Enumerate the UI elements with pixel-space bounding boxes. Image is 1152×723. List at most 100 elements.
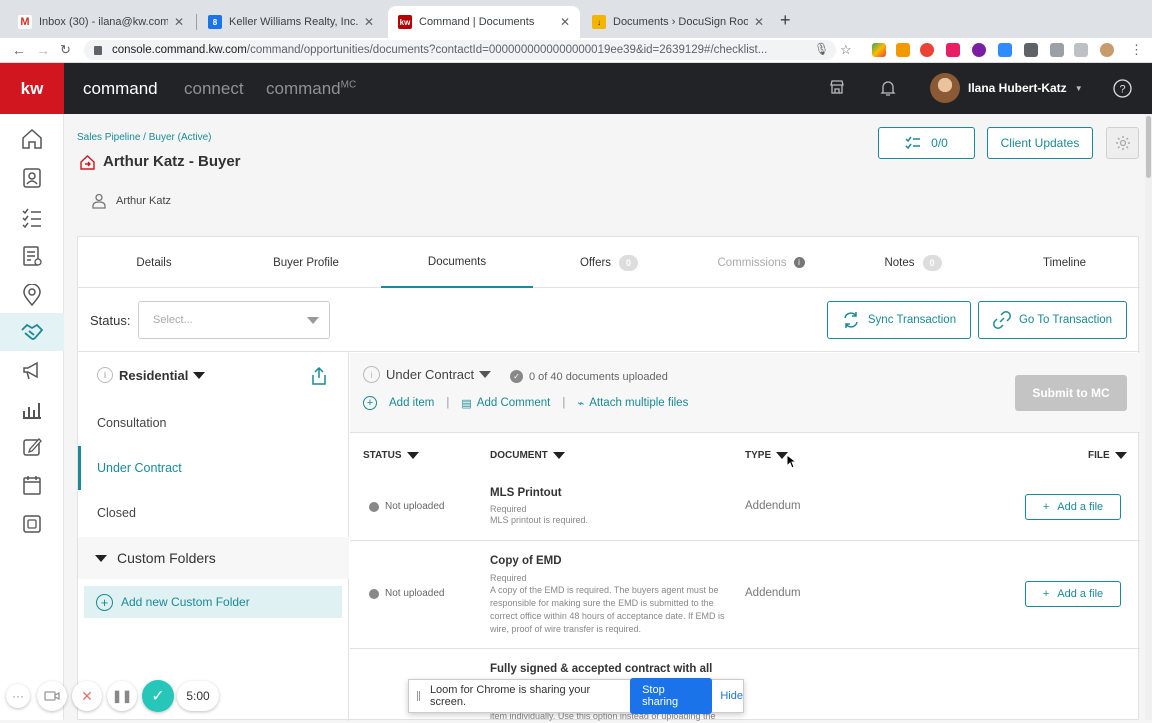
- tab-gmail[interactable]: M Inbox (30) - ilana@kw.com - K ✕: [8, 6, 194, 38]
- tab-calendar[interactable]: 8 Keller Williams Realty, Inc. - Ca ✕: [198, 6, 384, 38]
- client-updates-button[interactable]: Client Updates: [987, 127, 1093, 159]
- url-field[interactable]: console.command.kw.com/command/opportuni…: [84, 40, 836, 60]
- menu-dots-icon[interactable]: ⋮: [1130, 42, 1143, 58]
- forward-icon[interactable]: →: [36, 42, 50, 58]
- camera-off-icon[interactable]: [37, 681, 67, 711]
- document-name[interactable]: Fully signed & accepted contract with al…: [490, 663, 712, 675]
- finish-recording-icon[interactable]: ✓: [142, 680, 174, 712]
- info-icon: i: [363, 366, 380, 383]
- sidebar-item-calendar[interactable]: [0, 466, 64, 504]
- column-status[interactable]: STATUS: [363, 450, 419, 461]
- tasks-count-button[interactable]: 0/0: [878, 127, 975, 159]
- add-custom-folder-button[interactable]: + Add new Custom Folder: [84, 586, 342, 618]
- sync-transaction-button[interactable]: Sync Transaction: [827, 301, 971, 339]
- breadcrumb[interactable]: Sales Pipeline / Buyer (Active): [77, 132, 212, 143]
- sidebar-item-home[interactable]: [0, 120, 64, 158]
- tab-docusign[interactable]: ↓ Documents › DocuSign Rooms ✕: [582, 6, 774, 38]
- folder-closed[interactable]: Closed: [78, 491, 349, 535]
- app-header: kw command connect commandMC Ilana Huber…: [0, 63, 1152, 114]
- page-scrollbar[interactable]: [1145, 114, 1152, 720]
- media-icon[interactable]: [1074, 43, 1088, 57]
- tab-commissions[interactable]: Commissions i: [685, 237, 837, 288]
- tab-details[interactable]: Details: [78, 237, 230, 288]
- tab-timeline[interactable]: Timeline: [989, 237, 1140, 288]
- document-name[interactable]: Copy of EMD: [490, 555, 562, 567]
- scrollbar-thumb[interactable]: [1146, 116, 1151, 178]
- extension-icon[interactable]: [872, 43, 886, 57]
- checklist-actions: + Add item | ▤ Add Comment | ⌁ Attach mu…: [363, 396, 688, 410]
- settings-button[interactable]: [1106, 127, 1139, 159]
- extension-icon[interactable]: [920, 43, 934, 57]
- sidebar-item-opportunities[interactable]: [0, 313, 64, 351]
- submit-to-mc-button[interactable]: Submit to MC: [1015, 375, 1127, 411]
- extension-icon[interactable]: [972, 43, 986, 57]
- more-options-icon[interactable]: ···: [6, 684, 30, 708]
- close-icon[interactable]: ✕: [560, 15, 570, 29]
- nav-command[interactable]: command: [83, 79, 158, 99]
- status-select[interactable]: Select...: [138, 301, 330, 339]
- user-menu[interactable]: Ilana Hubert-Katz ▼: [930, 73, 1083, 103]
- delete-recording-icon[interactable]: ✕: [72, 681, 102, 711]
- stage-label: Under Contract: [386, 367, 475, 382]
- go-to-transaction-button[interactable]: Go To Transaction: [978, 301, 1127, 339]
- add-item-link[interactable]: Add item: [389, 397, 434, 409]
- sidebar-item-listings[interactable]: [0, 237, 64, 275]
- share-upload-icon[interactable]: [311, 367, 327, 385]
- drag-handle-icon[interactable]: [417, 691, 420, 701]
- sidebar-item-gallery[interactable]: [0, 505, 64, 543]
- store-icon[interactable]: [829, 79, 845, 95]
- column-file[interactable]: FILE: [1088, 450, 1127, 461]
- bookmark-star-icon[interactable]: ☆: [840, 42, 852, 58]
- extension-icon[interactable]: [946, 43, 960, 57]
- reload-icon[interactable]: ↻: [60, 42, 71, 58]
- sidebar-item-contacts[interactable]: [0, 159, 64, 197]
- hide-button[interactable]: Hide: [720, 690, 743, 702]
- tab-command-documents[interactable]: kw Command | Documents ✕: [388, 6, 580, 38]
- tab-buyer-profile[interactable]: Buyer Profile: [230, 237, 382, 288]
- puzzle-icon[interactable]: [1024, 43, 1038, 57]
- attach-multiple-files-link[interactable]: Attach multiple files: [589, 397, 688, 409]
- recording-timer: 5:00: [177, 681, 219, 711]
- sidebar-item-marketing[interactable]: [0, 352, 64, 390]
- gear-icon: [1115, 136, 1130, 150]
- custom-folders-heading: Custom Folders: [117, 550, 216, 566]
- column-document[interactable]: DOCUMENT: [490, 450, 565, 461]
- contact-row[interactable]: Arthur Katz: [92, 193, 171, 209]
- bell-icon[interactable]: [880, 79, 896, 97]
- close-icon[interactable]: ✕: [754, 15, 764, 29]
- tab-notes[interactable]: Notes 0: [837, 237, 989, 288]
- zoom-extension-icon[interactable]: [998, 43, 1012, 57]
- cast-icon[interactable]: [1050, 43, 1064, 57]
- sidebar-item-leads[interactable]: [0, 276, 64, 314]
- close-icon[interactable]: ✕: [364, 15, 374, 29]
- sidebar-item-designs[interactable]: [0, 428, 64, 466]
- back-icon[interactable]: ←: [12, 42, 26, 58]
- person-icon: [92, 193, 106, 209]
- tab-documents[interactable]: Documents: [381, 237, 533, 288]
- nav-command-mc[interactable]: commandMC: [266, 79, 356, 99]
- nav-connect[interactable]: connect: [184, 79, 244, 99]
- new-tab-button[interactable]: +: [780, 10, 791, 31]
- close-icon[interactable]: ✕: [174, 15, 184, 29]
- document-name[interactable]: MLS Printout: [490, 487, 562, 499]
- add-file-button[interactable]: + Add a file: [1025, 581, 1121, 607]
- folder-consultation[interactable]: Consultation: [78, 401, 349, 445]
- profile-avatar-icon[interactable]: [1100, 43, 1114, 57]
- stop-sharing-button[interactable]: Stop sharing: [630, 678, 713, 714]
- kw-logo[interactable]: kw: [0, 63, 64, 114]
- folder-type-label: Residential: [119, 367, 189, 383]
- custom-folders-toggle[interactable]: Custom Folders: [78, 537, 349, 579]
- sidebar-item-insights[interactable]: [0, 390, 64, 428]
- add-comment-link[interactable]: Add Comment: [477, 397, 551, 409]
- tab-offers[interactable]: Offers 0: [533, 237, 685, 288]
- microphone-icon[interactable]: 🎙: [814, 42, 829, 56]
- extension-icon[interactable]: [896, 43, 910, 57]
- folder-under-contract[interactable]: Under Contract: [78, 446, 349, 490]
- column-type[interactable]: TYPE: [745, 450, 789, 461]
- add-file-button[interactable]: + Add a file: [1025, 494, 1121, 520]
- sidebar-item-tasks[interactable]: [0, 198, 64, 236]
- folder-type-dropdown[interactable]: i Residential: [97, 367, 206, 383]
- pause-icon[interactable]: ❚❚: [107, 681, 137, 711]
- stage-dropdown[interactable]: i Under Contract: [363, 366, 492, 383]
- help-icon[interactable]: ?: [1113, 79, 1132, 98]
